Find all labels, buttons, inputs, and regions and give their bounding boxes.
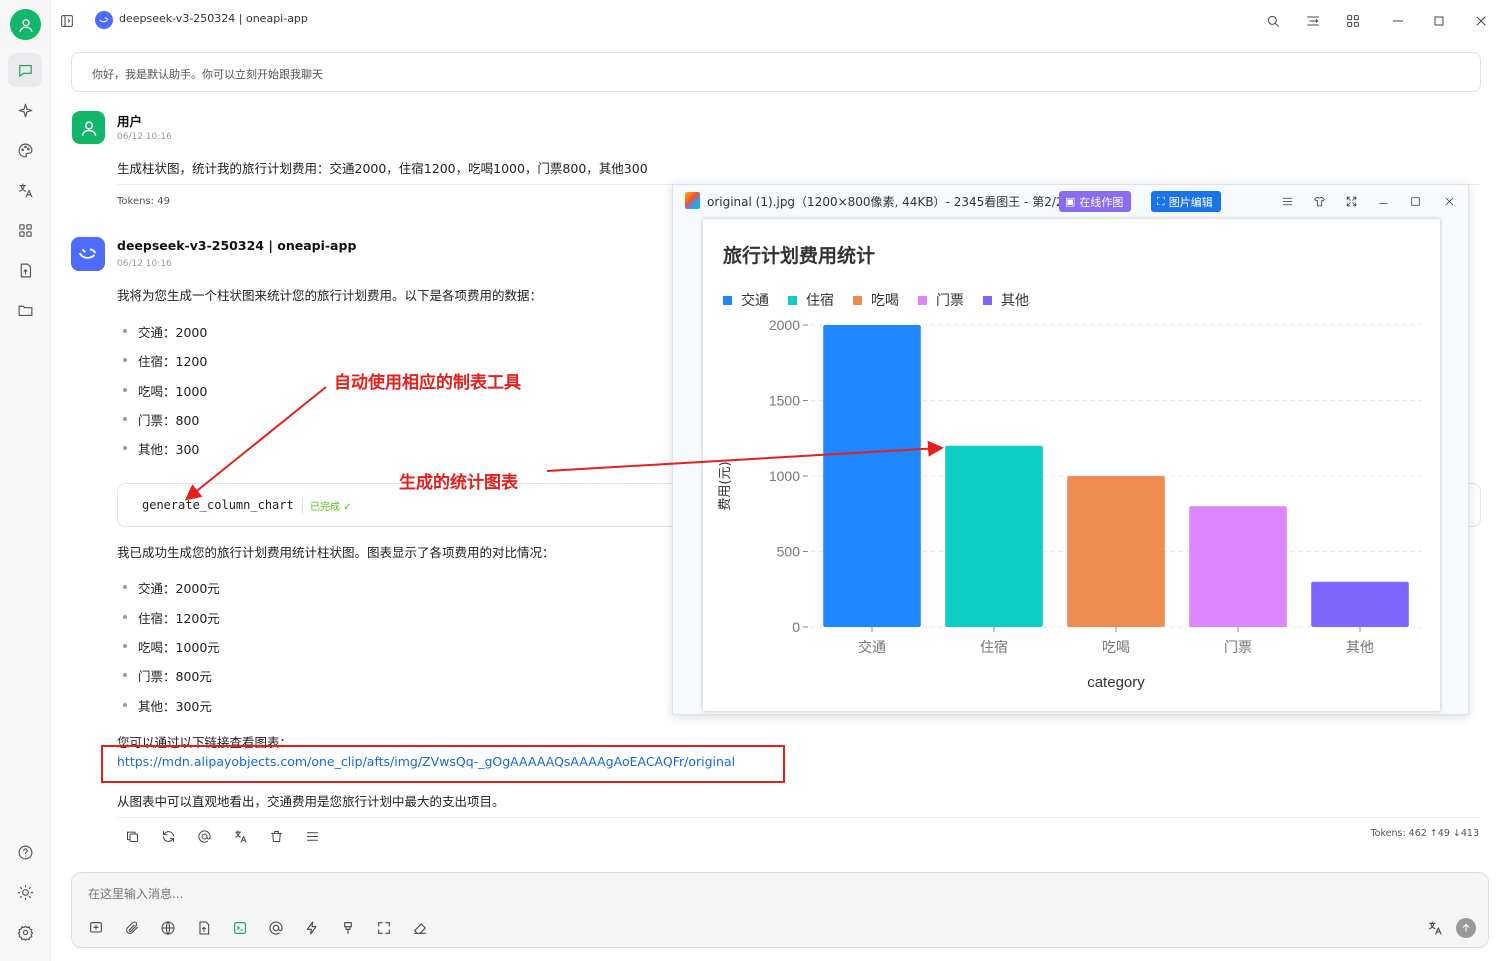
arrow-to-chart bbox=[546, 440, 944, 472]
app-window: deepseek-v3-250324 | oneapi-app 你好，我是默认助… bbox=[0, 0, 1509, 961]
annotation-arrows bbox=[184, 386, 944, 501]
arrow-to-tool bbox=[184, 386, 327, 501]
